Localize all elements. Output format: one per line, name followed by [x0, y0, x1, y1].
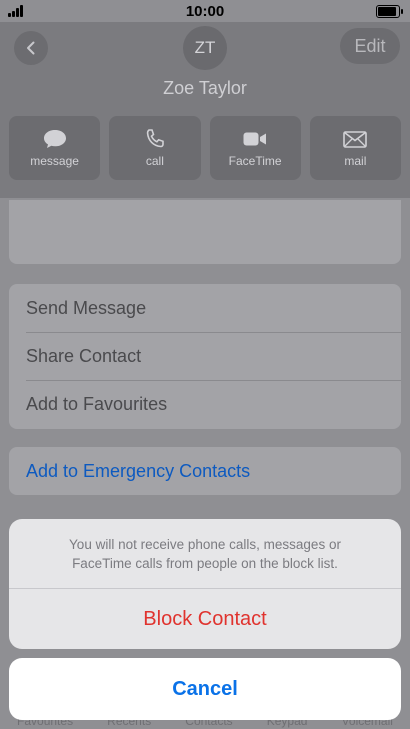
block-warning-message: You will not receive phone calls, messag… [9, 519, 401, 589]
block-contact-button[interactable]: Block Contact [9, 589, 401, 649]
emergency-card: Add to Emergency Contacts [9, 447, 401, 495]
share-contact-option[interactable]: Share Contact [9, 332, 401, 380]
contact-name: Zoe Taylor [163, 78, 247, 98]
mail-action-button[interactable]: mail [309, 116, 401, 180]
block-warning-line-1: You will not receive phone calls, messag… [69, 536, 341, 552]
edit-button[interactable]: Edit [340, 28, 400, 64]
back-button[interactable] [14, 31, 48, 65]
contact-details-card [9, 200, 401, 264]
message-icon [43, 130, 66, 148]
mail-icon [343, 131, 368, 148]
call-action-button[interactable]: call [109, 116, 201, 180]
facetime-action-button[interactable]: FaceTime [209, 116, 301, 180]
cancel-button[interactable]: Cancel [9, 658, 401, 720]
call-action-label: call [145, 154, 164, 168]
quick-actions: message call FaceTime mail [9, 116, 401, 180]
status-bar: 10:00 [0, 0, 410, 22]
mail-action-label: mail [344, 154, 367, 168]
add-to-emergency-contacts-option[interactable]: Add to Emergency Contacts [9, 447, 401, 495]
message-action-label: message [30, 154, 79, 168]
block-warning-line-2: FaceTime calls from people on the block … [72, 555, 338, 571]
status-time: 10:00 [185, 3, 225, 20]
send-message-option[interactable]: Send Message [9, 284, 401, 332]
contact-options-card: Send Message Share Contact Add to Favour… [9, 284, 401, 429]
facetime-action-label: FaceTime [228, 154, 282, 168]
video-icon [243, 132, 267, 146]
add-to-favourites-option[interactable]: Add to Favourites [9, 380, 401, 428]
message-action-button[interactable]: message [9, 116, 101, 180]
contact-header: ZT Edit Zoe Taylor message call FaceTime… [0, 22, 410, 198]
avatar: ZT [183, 26, 227, 70]
chevron-left-icon [27, 41, 35, 55]
block-action-sheet: You will not receive phone calls, messag… [9, 519, 401, 649]
battery-icon [376, 5, 403, 18]
phone-icon [146, 129, 164, 148]
contact-screen: 10:00 ZT Edit Zoe Taylor message call Fa… [0, 0, 410, 729]
